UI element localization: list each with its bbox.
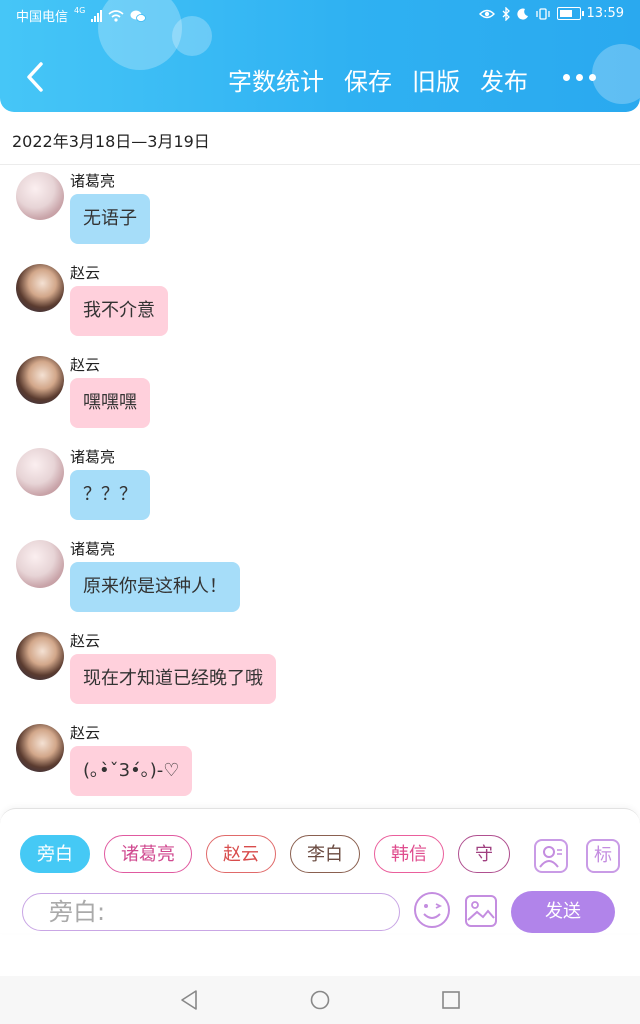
message-bubble[interactable]: (｡•̀ˇ3•́｡)-♡ bbox=[70, 746, 193, 796]
avatar-zhao-yun[interactable] bbox=[16, 264, 64, 312]
vibrate-icon bbox=[535, 7, 550, 20]
avatar-zhuge-liang[interactable] bbox=[16, 540, 64, 588]
message-item[interactable]: 诸葛亮 ？？？ bbox=[0, 444, 640, 536]
speaker-name: 赵云 bbox=[70, 724, 101, 742]
nav-recents-icon[interactable] bbox=[440, 988, 462, 1012]
message-bubble[interactable]: 原来你是这种人！ bbox=[70, 562, 240, 612]
message-bubble[interactable]: 无语子 bbox=[70, 194, 150, 244]
header-decoration bbox=[592, 44, 640, 104]
character-selector: 旁白 诸葛亮 赵云 李白 韩信 守 bbox=[20, 835, 514, 879]
character-chip-li-bai[interactable]: 李白 bbox=[290, 835, 360, 873]
word-count-button[interactable]: 字数统计 bbox=[228, 62, 324, 97]
status-bar: 中国电信 4G 13:59 bbox=[16, 6, 624, 26]
emoji-icon[interactable] bbox=[412, 890, 452, 930]
message-bubble[interactable]: 我不介意 bbox=[70, 286, 168, 336]
system-nav-bar bbox=[0, 976, 640, 1024]
image-icon[interactable] bbox=[464, 894, 498, 928]
more-dots-icon[interactable] bbox=[563, 74, 596, 81]
speaker-name: 赵云 bbox=[70, 264, 101, 282]
speaker-name: 诸葛亮 bbox=[70, 540, 116, 558]
eye-icon bbox=[478, 9, 495, 18]
battery-icon bbox=[556, 7, 584, 20]
divider bbox=[0, 164, 640, 165]
header-menu: 字数统计 保存 旧版 发布 bbox=[228, 62, 528, 97]
send-button[interactable]: 发送 bbox=[511, 891, 615, 933]
wifi-icon bbox=[108, 9, 124, 22]
message-item[interactable]: 诸葛亮 原来你是这种人！ bbox=[0, 536, 640, 628]
label-icon[interactable]: 标 bbox=[586, 839, 620, 873]
nav-back-icon[interactable] bbox=[178, 988, 200, 1012]
message-item[interactable]: 赵云 嘿嘿嘿 bbox=[0, 352, 640, 444]
old-version-button[interactable]: 旧版 bbox=[412, 62, 460, 97]
message-bubble[interactable]: ？？？ bbox=[70, 470, 150, 520]
character-chip-han-xin[interactable]: 韩信 bbox=[374, 835, 444, 873]
message-item[interactable]: 赵云 (｡•̀ˇ3•́｡)-♡ bbox=[0, 720, 640, 812]
avatar-zhao-yun[interactable] bbox=[16, 632, 64, 680]
avatar-zhuge-liang[interactable] bbox=[16, 172, 64, 220]
carrier-label: 中国电信 bbox=[16, 10, 69, 25]
message-list: 诸葛亮 无语子 赵云 我不介意 赵云 嘿嘿嘿 诸葛亮 ？？？ 诸葛亮 原来你是这… bbox=[0, 168, 640, 812]
avatar-zhuge-liang[interactable] bbox=[16, 448, 64, 496]
date-range: 2022年3月18日—3月19日 bbox=[12, 132, 210, 151]
character-chip-partial[interactable]: 守 bbox=[458, 835, 510, 873]
speaker-name: 诸葛亮 bbox=[70, 448, 116, 466]
speaker-name: 诸葛亮 bbox=[70, 172, 116, 190]
back-arrow-icon[interactable] bbox=[22, 60, 48, 94]
compose-panel: 旁白 诸葛亮 赵云 李白 韩信 守 标 发送 bbox=[0, 808, 640, 933]
message-input[interactable] bbox=[23, 894, 399, 930]
avatar-zhao-yun[interactable] bbox=[16, 356, 64, 404]
save-button[interactable]: 保存 bbox=[344, 62, 392, 97]
character-chip-zhuge-liang[interactable]: 诸葛亮 bbox=[104, 835, 192, 873]
publish-button[interactable]: 发布 bbox=[480, 62, 528, 97]
message-item[interactable]: 赵云 现在才知道已经晚了哦 bbox=[0, 628, 640, 720]
message-bubble[interactable]: 现在才知道已经晚了哦 bbox=[70, 654, 276, 704]
character-manage-icon[interactable] bbox=[534, 839, 568, 873]
message-item[interactable]: 赵云 我不介意 bbox=[0, 260, 640, 352]
nav-home-icon[interactable] bbox=[309, 988, 331, 1012]
app-header: 中国电信 4G 13:59 字数统计 保存 旧版 发布 bbox=[0, 0, 640, 112]
message-bubble[interactable]: 嘿嘿嘿 bbox=[70, 378, 150, 428]
message-item[interactable]: 诸葛亮 无语子 bbox=[0, 168, 640, 260]
wechat-icon bbox=[130, 10, 147, 22]
speaker-name: 赵云 bbox=[70, 356, 101, 374]
signal-icon bbox=[91, 9, 103, 22]
avatar-zhao-yun[interactable] bbox=[16, 724, 64, 772]
bluetooth-icon bbox=[502, 6, 510, 21]
network-label: 4G bbox=[74, 6, 86, 15]
character-chip-zhao-yun[interactable]: 赵云 bbox=[206, 835, 276, 873]
status-time: 13:59 bbox=[586, 6, 624, 21]
moon-icon bbox=[516, 8, 528, 20]
speaker-name: 赵云 bbox=[70, 632, 101, 650]
message-input-wrapper bbox=[22, 893, 400, 931]
character-chip-narrator[interactable]: 旁白 bbox=[20, 835, 90, 873]
